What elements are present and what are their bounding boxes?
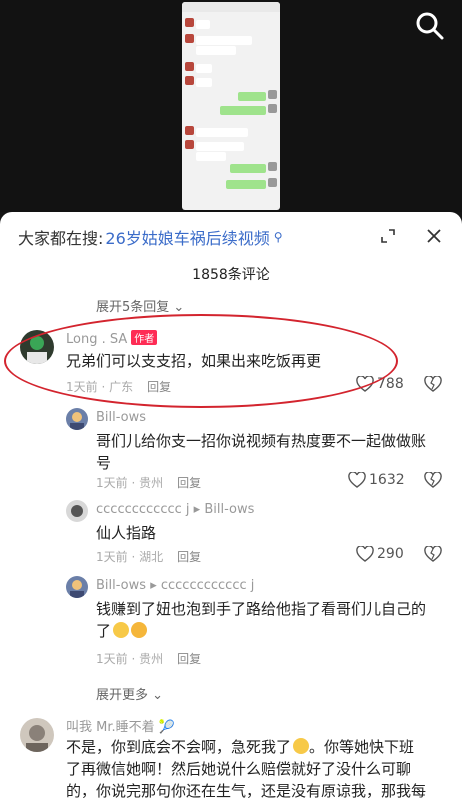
comment-text-line: 的，你说完那句你还在生气，还是没有原谅我，那我每 (66, 782, 427, 800)
search-button[interactable] (414, 10, 446, 42)
avatar[interactable] (66, 500, 88, 522)
comment-meta: 1天前 · 贵州 回复 (96, 474, 201, 491)
fullscreen-button[interactable] (376, 224, 400, 248)
comment-text-line: 不是，你到底会不会啊，急死我了 。你等她快下班 (66, 736, 450, 758)
hot-search-bar[interactable]: 大家都在搜: 26岁姑娘车祸后续视频 ⚲ (18, 222, 283, 252)
comment-text-line: 了再微信她啊！然后她说什么赔偿就好了没什么可聊 (66, 760, 412, 778)
highlight-circle (4, 314, 398, 408)
reply-button[interactable]: 回复 (177, 476, 201, 490)
hot-search-prefix: 大家都在搜: (18, 229, 104, 248)
reply-author[interactable]: Bill-ows (96, 410, 146, 425)
dislike-button[interactable] (424, 471, 442, 492)
reply-text-line: 哥们儿给你支一招你说视频有热度要不一起做做账 (96, 432, 427, 450)
avatar[interactable] (66, 408, 88, 430)
dislike-button[interactable] (424, 375, 442, 396)
badge-icon: 🎾 (158, 720, 175, 735)
avatar[interactable] (66, 576, 88, 598)
comment-time-location: 1天前 · 贵州 (96, 476, 164, 490)
like-count: 290 (377, 546, 404, 562)
like-button[interactable]: 1632 (348, 472, 405, 488)
reply-arrow-icon: ▸ (193, 502, 205, 517)
reply-author[interactable]: Bill-ows ▸ cccccccccccc j (96, 578, 254, 593)
dislike-button[interactable] (424, 545, 442, 566)
broken-heart-icon (424, 471, 442, 488)
hot-search-term[interactable]: 26岁姑娘车祸后续视频 (105, 225, 269, 249)
comment-time-location: 1天前 · 湖北 (96, 550, 164, 564)
reply-text-line: 号 (96, 454, 112, 472)
search-mini-icon: ⚲ (273, 230, 283, 244)
comment-author[interactable]: 叫我 Mr.睡不着 🎾 (66, 716, 175, 735)
comment-item: 叫我 Mr.睡不着 🎾 不是，你到底会不会啊，急死我了 。你等她快下班 了再微信她… (0, 714, 462, 800)
heart-icon (356, 546, 374, 562)
comment-panel: 大家都在搜: 26岁姑娘车祸后续视频 ⚲ 1858条评论 展开5条回复 ⌄ Lo… (0, 212, 462, 800)
close-button[interactable] (422, 224, 446, 248)
reply-text: 哥们儿给你支一招你说视频有热度要不一起做做账 号 (96, 430, 446, 474)
reply-author-name: Bill-ows (96, 578, 147, 593)
reply-item: Bill-ows ▸ cccccccccccc j 钱赚到了妞也泡到手了路给他指… (0, 576, 462, 672)
reply-text-fragment: 了 (96, 622, 112, 640)
reply-to-name: cccccccccccc j (160, 578, 255, 593)
reply-author-name: cccccccccccc j (96, 502, 190, 517)
laughing-emoji-icon (113, 622, 130, 638)
expand-replies-top[interactable]: 展开5条回复 ⌄ (96, 296, 184, 315)
reply-arrow-icon: ▸ (150, 578, 161, 593)
reply-text: 钱赚到了妞也泡到手了路给他指了看哥们儿自己的 了 (96, 598, 446, 642)
reply-item: Bill-ows 哥们儿给你支一招你说视频有热度要不一起做做账 号 1天前 · … (0, 408, 462, 494)
expand-replies-label: 展开5条回复 (96, 300, 170, 315)
reply-text-line: 钱赚到了妞也泡到手了路给他指了看哥们儿自己的 (96, 600, 427, 618)
reply-button[interactable]: 回复 (177, 652, 201, 666)
like-count: 1632 (369, 472, 405, 488)
expand-more-label: 展开更多 (96, 688, 149, 703)
broken-heart-icon (424, 545, 442, 562)
comment-count: 1858条评论 (192, 267, 270, 283)
chevron-down-icon: ⌄ (173, 300, 185, 315)
chevron-down-icon: ⌄ (152, 688, 164, 703)
comment-meta: 1天前 · 贵州 回复 (96, 650, 201, 667)
video-player[interactable] (0, 0, 462, 212)
reply-text-line: 了 (96, 620, 446, 642)
expand-icon (381, 229, 395, 243)
comment-meta: 1天前 · 湖北 回复 (96, 548, 201, 565)
comment-text: 不是，你到底会不会啊，急死我了 。你等她快下班 了再微信她啊！然后她说什么赔偿就好… (66, 736, 450, 800)
like-button[interactable]: 290 (356, 546, 404, 562)
expand-more-replies[interactable]: 展开更多 ⌄ (96, 684, 163, 703)
close-icon (427, 229, 441, 243)
reply-text: 仙人指路 (96, 524, 157, 542)
laughing-emoji-icon (293, 738, 310, 754)
reply-to-name: Bill-ows (204, 502, 255, 517)
reply-item: cccccccccccc j ▸ Bill-ows 仙人指路 1天前 · 湖北回… (0, 500, 462, 570)
clap-emoji-icon (131, 622, 148, 638)
avatar[interactable] (20, 718, 54, 752)
reply-button[interactable]: 回复 (177, 550, 201, 564)
search-icon (416, 12, 444, 40)
comment-text-fragment: 不是，你到底会不会啊，急死我了 (66, 738, 292, 756)
heart-icon (348, 472, 366, 488)
author-name: 叫我 Mr.睡不着 (66, 720, 155, 735)
comment-time-location: 1天前 · 贵州 (96, 652, 164, 666)
comment-text-fragment: 。你等她快下班 (309, 738, 415, 756)
broken-heart-icon (424, 375, 442, 392)
reply-author[interactable]: cccccccccccc j ▸ Bill-ows (96, 502, 254, 517)
video-chat-screenshot (182, 2, 280, 210)
